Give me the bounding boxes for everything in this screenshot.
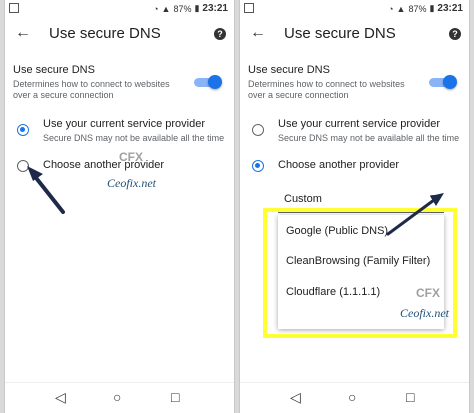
- back-arrow-icon[interactable]: ←: [250, 24, 266, 42]
- help-icon[interactable]: ?: [214, 28, 226, 40]
- back-arrow-icon[interactable]: ←: [15, 24, 31, 42]
- nav-home-icon[interactable]: ○: [348, 389, 356, 405]
- watermark-logo: CFX: [119, 150, 143, 164]
- toggle-knob: [443, 75, 457, 89]
- option-current-provider-description: Secure DNS may not be available all the …: [278, 133, 460, 143]
- secure-dns-toggle[interactable]: [429, 75, 457, 89]
- right-screen: ◔ ▲ 87% ▮ 23:21 ← Use secure DNS ? Use s…: [239, 0, 470, 413]
- gallery-notification-icon: [9, 3, 19, 13]
- battery-icon: ▮: [429, 3, 435, 13]
- watermark-text: Ceofix.net: [400, 306, 449, 320]
- nav-recents-icon[interactable]: □: [171, 389, 179, 405]
- battery-icon: ▮: [194, 3, 200, 13]
- navigation-bar: ◁ ○ □: [240, 382, 469, 413]
- secure-dns-setting[interactable]: Use secure DNS Determines how to connect…: [13, 64, 193, 101]
- watermark-logo: CFX: [416, 286, 440, 300]
- status-bar: ◔ ▲ 87% ▮ 23:21: [240, 0, 469, 18]
- wifi-icon: ◔: [388, 3, 394, 14]
- nav-recents-icon[interactable]: □: [406, 389, 414, 405]
- page-title: Use secure DNS: [284, 25, 396, 42]
- signal-icon: ▲: [161, 3, 171, 14]
- setting-title: Use secure DNS: [13, 64, 95, 76]
- status-bar: ◔ ▲ 87% ▮ 23:21: [5, 0, 234, 18]
- clock: 23:21: [437, 3, 463, 14]
- toolbar: ← Use secure DNS ?: [240, 20, 469, 50]
- chevron-down-icon[interactable]: [430, 195, 438, 200]
- option-current-provider-label: Use your current service provider: [278, 118, 441, 130]
- gallery-notification-icon: [244, 3, 254, 13]
- annotation-arrow: [27, 166, 65, 214]
- option-current-provider-description: Secure DNS may not be available all the …: [43, 133, 225, 143]
- setting-description: Determines how to connect to websites ov…: [13, 79, 170, 100]
- nav-home-icon[interactable]: ○: [113, 389, 121, 405]
- arrow-head: [27, 166, 43, 181]
- page-title: Use secure DNS: [49, 25, 161, 42]
- setting-description: Determines how to connect to websites ov…: [248, 79, 405, 100]
- battery-percent: 87%: [173, 3, 192, 14]
- toolbar: ← Use secure DNS ?: [5, 20, 234, 50]
- nav-back-icon[interactable]: ◁: [290, 389, 301, 406]
- signal-icon: ▲: [396, 3, 406, 14]
- battery-percent: 87%: [408, 3, 427, 14]
- secure-dns-setting[interactable]: Use secure DNS Determines how to connect…: [248, 64, 428, 101]
- wifi-icon: ◔: [153, 3, 159, 14]
- radio-another-provider[interactable]: [252, 160, 264, 172]
- secure-dns-toggle[interactable]: [194, 75, 222, 89]
- arrow-shaft: [31, 172, 65, 214]
- option-current-provider-label: Use your current service provider: [43, 118, 206, 130]
- nav-back-icon[interactable]: ◁: [55, 389, 66, 406]
- setting-title: Use secure DNS: [248, 64, 330, 76]
- navigation-bar: ◁ ○ □: [5, 382, 234, 413]
- radio-current-provider[interactable]: [17, 124, 29, 136]
- help-icon[interactable]: ?: [449, 28, 461, 40]
- dropdown-value: Custom: [284, 193, 322, 205]
- option-another-provider-label: Choose another provider: [43, 159, 165, 171]
- watermark-text: Ceofix.net: [107, 176, 156, 190]
- clock: 23:21: [202, 3, 228, 14]
- left-screen: ◔ ▲ 87% ▮ 23:21 ← Use secure DNS ? Use s…: [4, 0, 235, 413]
- option-another-provider-label: Choose another provider: [278, 159, 400, 171]
- toggle-knob: [208, 75, 222, 89]
- radio-current-provider[interactable]: [252, 124, 264, 136]
- radio-another-provider[interactable]: [17, 160, 29, 172]
